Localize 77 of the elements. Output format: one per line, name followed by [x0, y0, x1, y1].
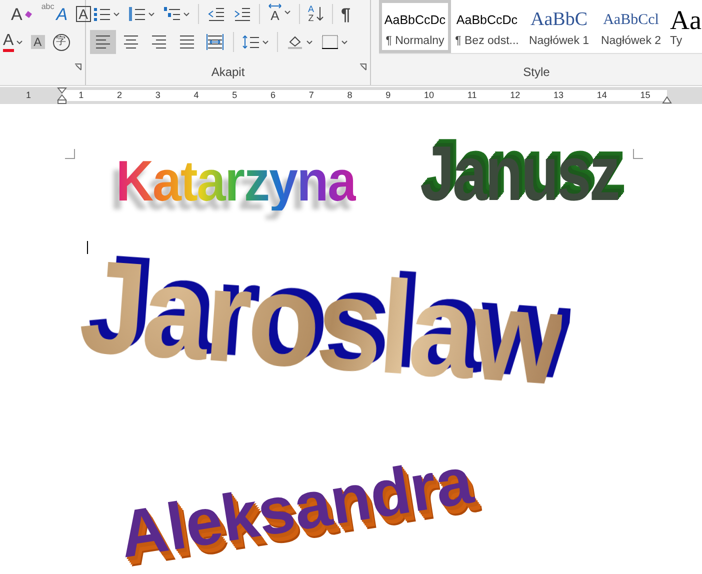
- style-name: ¶ Normalny: [386, 34, 444, 49]
- letter-glyph: A: [30, 35, 45, 49]
- paint-bucket-icon: [286, 34, 304, 50]
- character-shading-button[interactable]: A: [28, 30, 48, 54]
- group-label: Akapit: [211, 64, 245, 81]
- align-right-icon: [150, 33, 168, 51]
- letter-glyph: A: [76, 6, 91, 22]
- style-name: Ty: [670, 34, 682, 49]
- margin-mark: [65, 149, 75, 159]
- show-formatting-button[interactable]: ¶: [338, 2, 354, 26]
- down-arrow-icon: [316, 6, 324, 22]
- increase-indent-icon: [233, 6, 251, 22]
- caret-icon: [284, 10, 291, 15]
- letter-glyph: A: [308, 5, 314, 14]
- align-distributed-icon: [206, 33, 224, 51]
- style-sample: AaBbCcl: [603, 10, 659, 30]
- ruler-number: 1: [78, 88, 84, 102]
- wordart-text: Aleksandra: [115, 446, 477, 568]
- align-justify-icon: [178, 33, 196, 51]
- style-sample: AaBbC: [530, 8, 588, 32]
- letter-glyph: 字: [52, 34, 70, 50]
- caret-icon: [183, 12, 190, 16]
- ruler-number: 5: [232, 88, 238, 102]
- dialog-launcher-icon: [74, 62, 82, 71]
- borders-icon: [321, 34, 339, 50]
- ruler-number: 8: [347, 88, 352, 102]
- clear-formatting-button[interactable]: A: [8, 2, 36, 26]
- letter-glyph: A: [3, 32, 14, 52]
- group-label: Style: [523, 64, 550, 81]
- ruler-number: 3: [155, 88, 160, 102]
- decrease-indent-icon: [207, 6, 225, 22]
- ruler-number: 7: [308, 88, 314, 102]
- text-direction-button[interactable]: A: [265, 2, 294, 26]
- ruler-number: 2: [117, 88, 122, 102]
- style-gallery-item[interactable]: AaBbCcDc ¶ Normalny: [379, 0, 451, 53]
- eraser-icon: [24, 10, 34, 18]
- ruler-number: 10: [424, 88, 434, 102]
- letter-glyph: Z: [308, 14, 314, 23]
- multilevel-list-icon: [163, 6, 181, 22]
- style-sample: AaBbCcDc: [456, 12, 518, 28]
- margin-mark: [633, 149, 643, 159]
- letter-glyph: A: [11, 6, 22, 22]
- line-spacing-icon: [242, 34, 260, 50]
- ruler-number: 15: [640, 88, 650, 102]
- ruler-number: 11: [467, 88, 477, 102]
- enclose-characters-button[interactable]: 字: [50, 30, 73, 54]
- ruler-number: 13: [554, 88, 564, 102]
- letter-glyph: A: [56, 6, 68, 22]
- style-name: ¶ Bez odst...: [455, 34, 519, 49]
- caret-icon: [262, 40, 269, 44]
- ruler-number: 14: [596, 88, 607, 102]
- sort-button[interactable]: A Z: [305, 2, 328, 26]
- bullet-list-icon: [93, 6, 111, 22]
- letter-glyph: A: [270, 9, 280, 22]
- style-sample: Aa: [670, 7, 702, 33]
- numbered-list-icon: [128, 6, 146, 22]
- ruler-number: 9: [386, 88, 391, 102]
- arrows-icon: [268, 3, 282, 9]
- font-color-button[interactable]: A: [0, 30, 26, 54]
- dialog-launcher-icon: [359, 62, 367, 71]
- abc-label: abc: [41, 3, 54, 11]
- style-name: Nagłówek 1: [528, 34, 590, 49]
- character-border-button[interactable]: A: [72, 2, 94, 26]
- style-name: Nagłówek 2: [600, 34, 662, 49]
- style-sample: AaBbCcDc: [384, 12, 446, 28]
- ruler-number: 1: [26, 88, 31, 102]
- caret-icon: [113, 12, 120, 16]
- caret-icon: [306, 40, 313, 44]
- ruler-number: 6: [270, 88, 276, 102]
- caret-icon: [341, 40, 348, 44]
- align-center-icon: [122, 33, 140, 51]
- align-left-icon: [94, 33, 112, 51]
- caret-icon: [148, 12, 155, 16]
- ruler-number: 12: [510, 88, 520, 102]
- align-left-button[interactable]: [90, 30, 116, 54]
- caret-icon: [16, 40, 23, 44]
- ruler-number: 4: [194, 88, 199, 102]
